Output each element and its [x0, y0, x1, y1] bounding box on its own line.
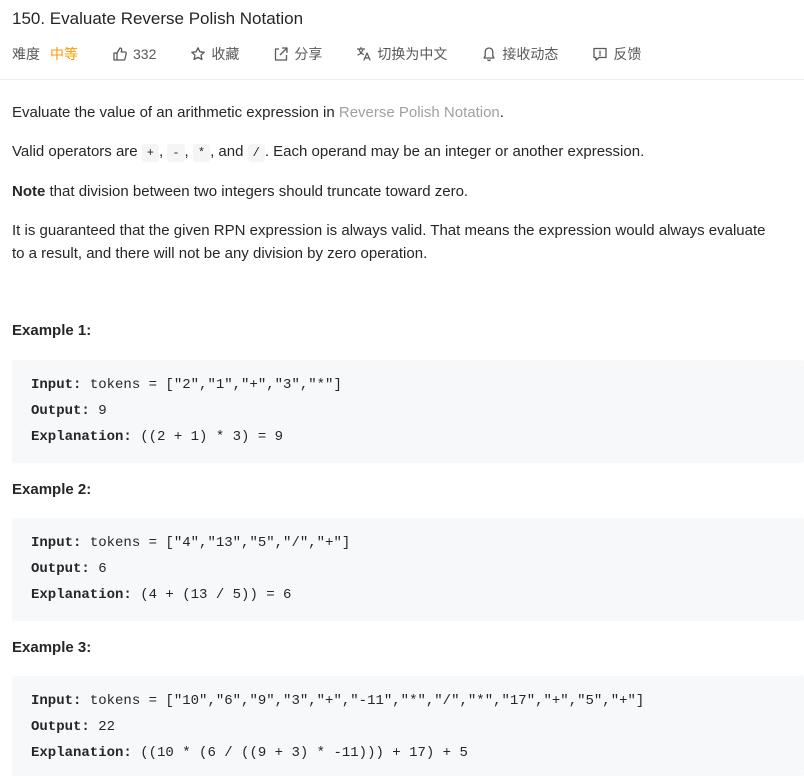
share-button[interactable]: 分享 [273, 44, 322, 64]
example-input: tokens = ["10","6","9","3","+","-11","*"… [81, 693, 645, 709]
example-explanation: (4 + (13 / 5)) = 6 [131, 587, 292, 603]
example-output: 6 [89, 561, 107, 577]
translate-button[interactable]: 切换为中文 [356, 44, 447, 64]
operators-outro: . Each operand may be an integer or anot… [264, 143, 645, 160]
example-explanation-line: Explanation: ((10 * (6 / ((9 + 3) * -11)… [31, 744, 468, 762]
translate-icon [357, 46, 371, 61]
note-text: that division between two integers shoul… [45, 183, 469, 200]
translate-label: 切换为中文 [377, 46, 448, 62]
input-label: Input: [31, 693, 82, 709]
problem-title: 150. Evaluate Reverse Polish Notation [12, 9, 304, 28]
guarantee-paragraph: It is guaranteed that the given RPN expr… [12, 222, 766, 262]
difficulty-label: 难度 [12, 46, 40, 62]
example-heading: Example 2: [12, 481, 92, 498]
example-input: tokens = ["4","13","5","/","+"] [81, 535, 351, 551]
example-block: Input: tokens = ["2","1","+","3","*"] Ou… [12, 360, 804, 463]
example-heading: Example 3: [12, 639, 92, 656]
example-explanation: ((2 + 1) * 3) = 9 [131, 429, 284, 445]
example-explanation-line: Explanation: ((2 + 1) * 3) = 9 [31, 428, 283, 446]
example-block: Input: tokens = ["4","13","5","/","+"] O… [12, 518, 804, 621]
operators-paragraph: Valid operators are +, -, *, and /. Each… [12, 140, 772, 163]
feedback-icon [593, 47, 608, 61]
operator-divide: / [247, 144, 265, 162]
and-text: , and [210, 143, 244, 160]
example-output: 22 [89, 719, 116, 735]
description-text: Evaluate the value of an arithmetic expr… [12, 104, 339, 121]
description-period: . [499, 104, 504, 121]
explanation-label: Explanation: [31, 429, 132, 445]
subscribe-label: 接收动态 [502, 46, 559, 62]
example-explanation-line: Explanation: (4 + (13 / 5)) = 6 [31, 586, 291, 604]
operators-intro: Valid operators are [12, 143, 142, 160]
comma-separator: , [184, 143, 189, 160]
example-input-line: Input: tokens = ["2","1","+","3","*"] [31, 376, 342, 394]
bell-icon [483, 47, 496, 62]
input-label: Input: [31, 535, 82, 551]
operator-minus: - [167, 144, 185, 162]
example-output-line: Output: 22 [31, 718, 115, 736]
note-paragraph: Note that division between two integers … [12, 180, 772, 203]
explanation-label: Explanation: [31, 587, 132, 603]
example-input: tokens = ["2","1","+","3","*"] [81, 377, 342, 393]
header-divider [0, 79, 804, 80]
like-count: 332 [133, 46, 157, 62]
operator-plus: + [141, 144, 159, 162]
subscribe-button[interactable]: 接收动态 [481, 44, 558, 64]
share-icon [275, 47, 289, 61]
note-label: Note [12, 183, 46, 200]
feedback-button[interactable]: 反馈 [592, 44, 641, 64]
favorite-button[interactable]: 收藏 [190, 44, 239, 64]
rpn-link[interactable]: Reverse Polish Notation [339, 104, 500, 121]
example-heading: Example 1: [12, 322, 92, 339]
favorite-label: 收藏 [211, 46, 240, 62]
comma-separator: , [159, 143, 164, 160]
thumbs-up-icon [113, 47, 127, 61]
output-label: Output: [31, 403, 90, 419]
operator-times: * [192, 144, 211, 162]
explanation-label: Explanation: [31, 745, 132, 761]
example-explanation: ((10 * (6 / ((9 + 3) * -11))) + 17) + 5 [131, 745, 468, 761]
example-input-line: Input: tokens = ["10","6","9","3","+","-… [31, 692, 644, 710]
difficulty-badge: 中等 [50, 46, 78, 62]
feedback-label: 反馈 [613, 46, 642, 62]
input-label: Input: [31, 377, 82, 393]
example-input-line: Input: tokens = ["4","13","5","/","+"] [31, 534, 350, 552]
output-label: Output: [31, 561, 90, 577]
description-paragraph: Evaluate the value of an arithmetic expr… [12, 101, 772, 124]
output-label: Output: [31, 719, 90, 735]
problem-meta-bar: 难度 中等 332 收藏 分享 切换为中文 接收动态 反馈 [12, 44, 641, 64]
star-icon [191, 47, 206, 61]
example-output: 9 [89, 403, 107, 419]
like-button[interactable]: 332 [112, 46, 156, 62]
example-output-line: Output: 6 [31, 560, 107, 578]
example-block: Input: tokens = ["10","6","9","3","+","-… [12, 676, 804, 776]
example-output-line: Output: 9 [31, 402, 107, 420]
share-label: 分享 [294, 46, 323, 62]
